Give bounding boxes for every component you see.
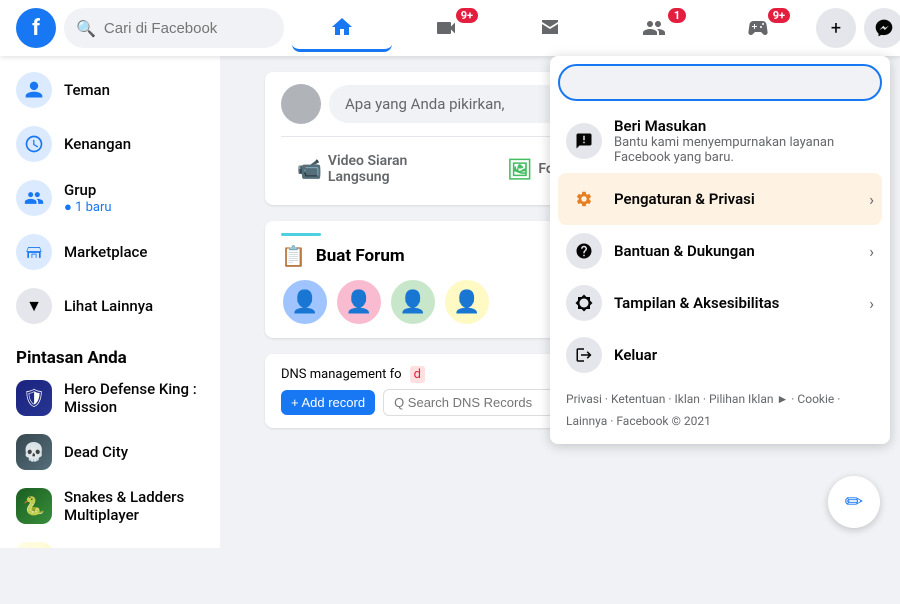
- bantuan-chevron-icon: ›: [869, 242, 874, 261]
- pengaturan-title: Pengaturan & Privasi: [614, 190, 857, 208]
- beri-masukan-text: Beri Masukan Bantu kami menyempurnakan l…: [614, 117, 874, 165]
- bantuan-title: Bantuan & Dukungan: [614, 242, 857, 260]
- footer-lainnya-link[interactable]: Lainnya ·: [566, 414, 613, 428]
- tampilan-chevron-icon: ›: [869, 294, 874, 313]
- grup-label: Grup: [64, 181, 112, 199]
- forum-avatar-3: 👤: [389, 278, 437, 326]
- chevron-down-icon: ▼: [16, 288, 52, 324]
- dropdown-bantuan[interactable]: Bantuan & Dukungan ›: [558, 225, 882, 277]
- dns-add-btn[interactable]: + Add record: [281, 390, 375, 415]
- teman-label: Teman: [64, 81, 110, 99]
- plus-icon: +: [831, 18, 841, 39]
- keluar-text: Keluar: [614, 346, 874, 364]
- shortcut-hero[interactable]: 🛡 Hero Defense King : Mission: [8, 372, 212, 424]
- nav-video[interactable]: 9+: [396, 4, 496, 52]
- user-avatar: [281, 84, 321, 124]
- video-badge: 9+: [456, 8, 478, 23]
- deadcity-label: Dead City: [64, 443, 128, 461]
- grup-sublabel: ● 1 baru: [64, 199, 112, 215]
- sidebar-item-marketplace[interactable]: Marketplace: [8, 226, 212, 278]
- icecream-icon: 🍦: [16, 542, 52, 548]
- teman-icon: [16, 72, 52, 108]
- nav-friends[interactable]: 1: [604, 4, 704, 52]
- dns-title-text: DNS management fo: [281, 367, 402, 382]
- search-icon: 🔍: [76, 19, 96, 38]
- footer-privasi-link[interactable]: Privasi: [566, 392, 602, 406]
- tampilan-text: Tampilan & Aksesibilitas: [614, 294, 857, 312]
- pengaturan-text: Pengaturan & Privasi: [614, 190, 857, 208]
- dropdown-keluar[interactable]: Keluar: [558, 329, 882, 381]
- dropdown-search-input[interactable]: [558, 64, 882, 101]
- keluar-title: Keluar: [614, 346, 874, 364]
- topbar: f 🔍 9+ 1 9+ +: [0, 0, 900, 56]
- facebook-logo[interactable]: f: [16, 8, 56, 48]
- sidebar: Teman Kenangan Grup ● 1 baru Marketplace…: [0, 56, 220, 548]
- shortcut-icecream[interactable]: 🍦 Ice Cream Shop: [8, 534, 212, 548]
- edit-fab[interactable]: ✏: [828, 476, 880, 528]
- dropdown-footer: Privasi · Ketentuan · Iklan · Pilihan Ik…: [558, 381, 882, 436]
- marketplace-label: Marketplace: [64, 243, 147, 261]
- live-video-btn[interactable]: 📹 Video Siaran Langsung: [281, 145, 463, 193]
- forum-icon: 📋: [281, 244, 306, 268]
- beri-masukan-title: Beri Masukan: [614, 117, 874, 135]
- nav-home[interactable]: [292, 4, 392, 52]
- settings-icon: [566, 181, 602, 217]
- grup-text: Grup ● 1 baru: [64, 181, 112, 215]
- deadcity-icon: 💀: [16, 434, 52, 470]
- dropdown-pengaturan[interactable]: Pengaturan & Privasi ›: [558, 173, 882, 225]
- edit-icon: ✏: [845, 490, 863, 515]
- kenangan-icon: [16, 126, 52, 162]
- live-label: Video Siaran Langsung: [328, 153, 447, 185]
- feedback-icon: [566, 123, 602, 159]
- beri-masukan-sub: Bantu kami menyempurnakan layanan Facebo…: [614, 135, 874, 165]
- forum-avatar-2: 👤: [335, 278, 383, 326]
- display-icon: [566, 285, 602, 321]
- pintasan-title: Pintasan Anda: [8, 340, 212, 372]
- nav-icons: 9+ 1 9+: [292, 4, 808, 52]
- marketplace-icon: [16, 234, 52, 270]
- photo-icon: 🖼: [507, 157, 532, 181]
- lihat-lainnya-top-label: Lihat Lainnya: [64, 297, 153, 315]
- account-dropdown: Beri Masukan Bantu kami menyempurnakan l…: [550, 56, 890, 444]
- gaming-badge: 9+: [768, 8, 790, 23]
- dropdown-beri-masukan[interactable]: Beri Masukan Bantu kami menyempurnakan l…: [558, 109, 882, 173]
- pengaturan-chevron-icon: ›: [869, 190, 874, 209]
- footer-iklan-link[interactable]: Iklan: [674, 392, 699, 406]
- nav-gaming[interactable]: 9+: [708, 4, 808, 52]
- search-bar[interactable]: 🔍: [64, 8, 284, 48]
- footer-cookie-link[interactable]: Cookie: [797, 392, 834, 406]
- shortcut-deadcity[interactable]: 💀 Dead City: [8, 426, 212, 478]
- add-button[interactable]: +: [816, 8, 856, 48]
- forum-avatar-1: 👤: [281, 278, 329, 326]
- search-input[interactable]: [104, 20, 272, 37]
- messenger-button[interactable]: [864, 8, 900, 48]
- tampilan-title: Tampilan & Aksesibilitas: [614, 294, 857, 312]
- footer-copyright: Facebook © 2021: [616, 414, 710, 428]
- nav-store[interactable]: [500, 4, 600, 52]
- friends-badge: 1: [668, 8, 686, 23]
- topbar-actions: + 7 1: [816, 8, 900, 48]
- logout-icon: [566, 337, 602, 373]
- footer-pilihan-iklan-link[interactable]: Pilihan Iklan ►: [709, 392, 788, 406]
- footer-ketentuan-link[interactable]: Ketentuan: [611, 392, 665, 406]
- hero-label: Hero Defense King : Mission: [64, 380, 204, 416]
- hero-icon: 🛡: [16, 380, 52, 416]
- forum-avatar-4: 👤: [443, 278, 491, 326]
- sidebar-item-grup[interactable]: Grup ● 1 baru: [8, 172, 212, 224]
- lihat-lainnya-top[interactable]: ▼ Lihat Lainnya: [8, 280, 212, 332]
- forum-title: Buat Forum: [316, 246, 405, 266]
- teal-line: [281, 233, 321, 236]
- dns-highlight: d: [410, 366, 425, 383]
- help-icon: [566, 233, 602, 269]
- kenangan-label: Kenangan: [64, 135, 131, 153]
- shortcut-snakes[interactable]: 🐍 Snakes & Ladders Multiplayer: [8, 480, 212, 532]
- sidebar-item-teman[interactable]: Teman: [8, 64, 212, 116]
- sidebar-item-kenangan[interactable]: Kenangan: [8, 118, 212, 170]
- dropdown-tampilan[interactable]: Tampilan & Aksesibilitas ›: [558, 277, 882, 329]
- live-icon: 📹: [297, 157, 322, 181]
- snakes-icon: 🐍: [16, 488, 52, 524]
- bantuan-text: Bantuan & Dukungan: [614, 242, 857, 260]
- grup-icon: [16, 180, 52, 216]
- snakes-label: Snakes & Ladders Multiplayer: [64, 488, 204, 524]
